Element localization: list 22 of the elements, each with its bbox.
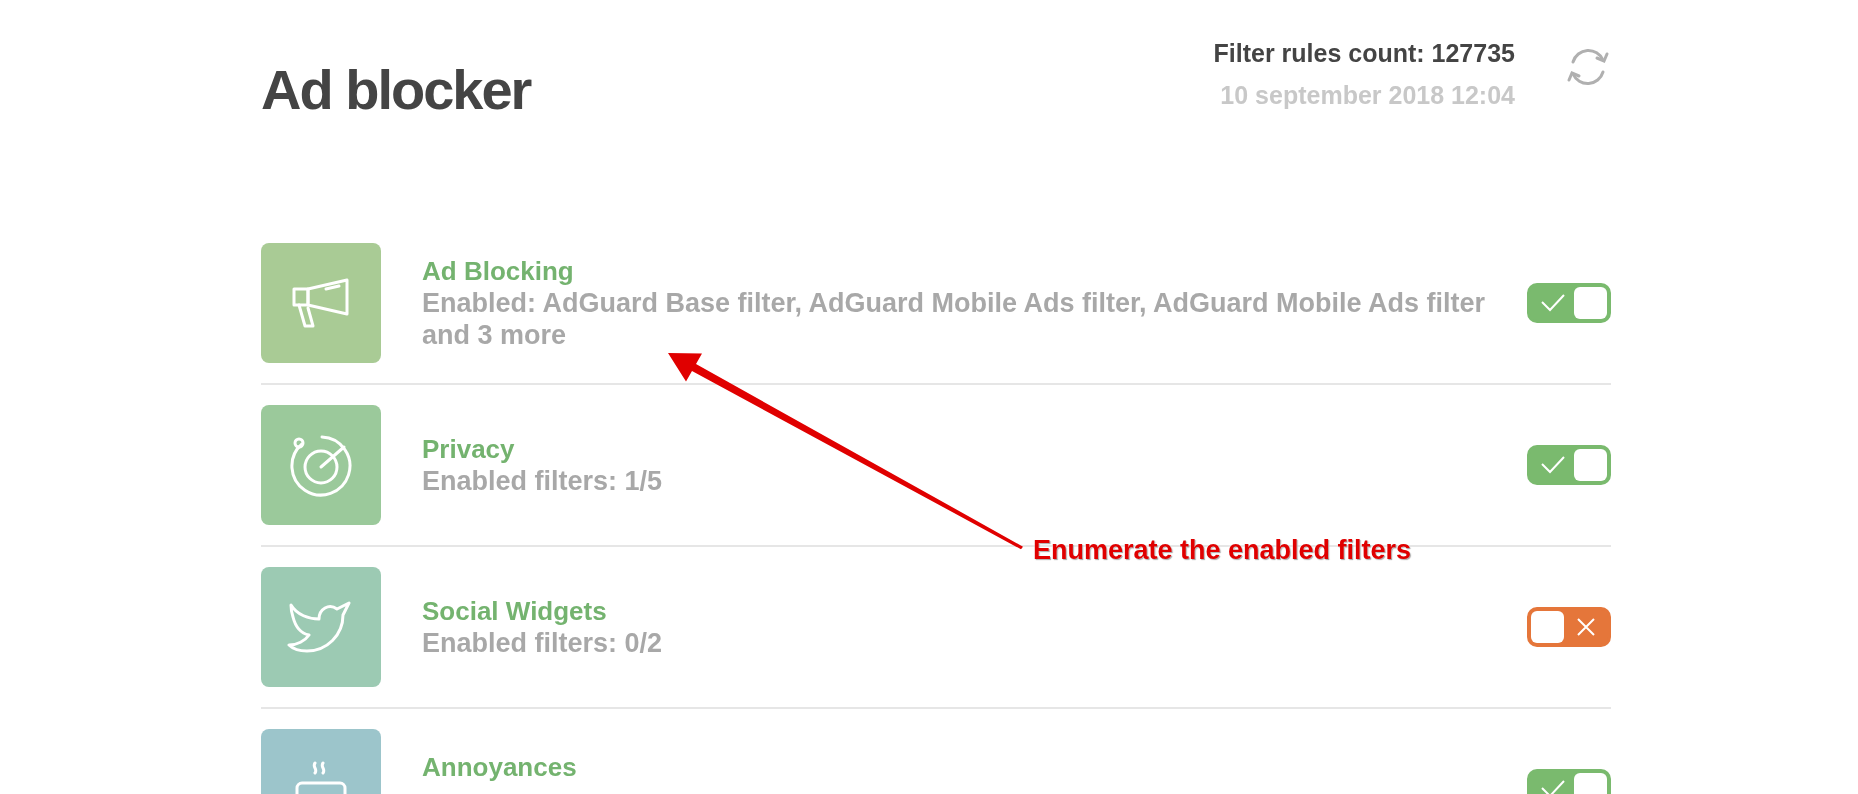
check-icon	[1539, 455, 1566, 475]
category-title[interactable]: Annoyances	[422, 751, 1527, 783]
category-summary: Enabled filters: 1/5	[422, 465, 664, 497]
category-summary: Enabled: AdGuard Base filter, AdGuard Mobile Ads filter, AdGuard Mobile Ads filter and 3 more	[422, 287, 1487, 351]
category-summary: Enabled filters: 0/2	[422, 627, 664, 659]
annotation-text: Enumerate the enabled filters	[1033, 534, 1412, 567]
rules-count: Filter rules count: 127735	[1213, 38, 1515, 68]
refresh-icon[interactable]	[1565, 46, 1611, 88]
toggle-switch[interactable]	[1527, 445, 1611, 485]
category-title[interactable]: Social Widgets	[422, 595, 1527, 627]
page-title: Ad blocker	[261, 62, 531, 118]
toggle-switch[interactable]	[1527, 607, 1611, 647]
check-icon	[1539, 293, 1566, 313]
close-icon	[1575, 617, 1596, 637]
toggle-knob	[1574, 449, 1607, 481]
megaphone-icon	[291, 277, 351, 329]
toggle-knob	[1531, 611, 1564, 643]
toggle-switch[interactable]	[1527, 283, 1611, 323]
toggle-knob	[1574, 287, 1607, 319]
category-title[interactable]: Privacy	[422, 433, 1527, 465]
check-icon	[1539, 779, 1566, 794]
category-title[interactable]: Ad Blocking	[422, 255, 1527, 287]
